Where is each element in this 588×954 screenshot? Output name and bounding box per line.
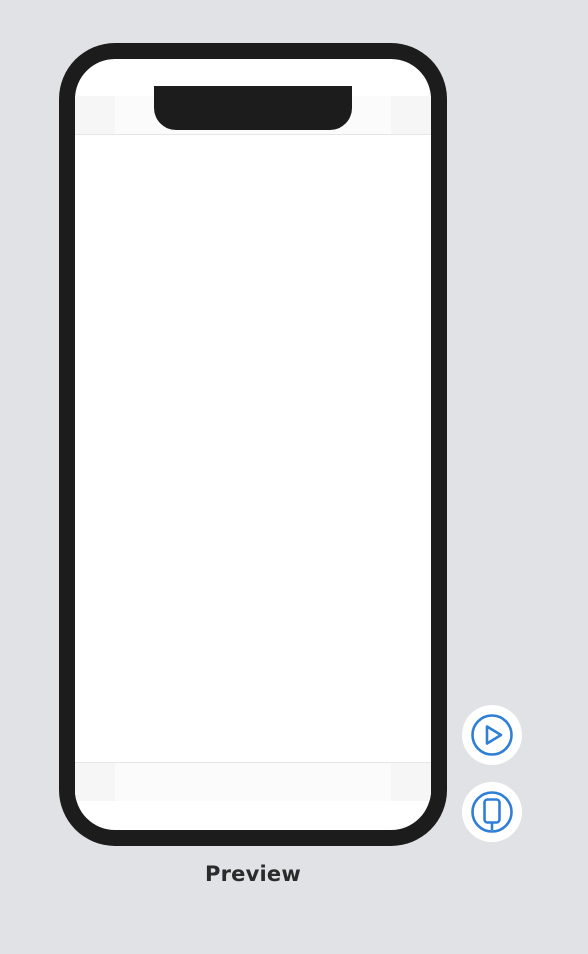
play-circle-icon: [471, 714, 513, 756]
nav-bar-trailing-placeholder: [391, 96, 431, 134]
device-frame: [59, 43, 447, 846]
tab-bar-leading-placeholder: [75, 763, 115, 801]
device-notch: [154, 86, 352, 130]
tab-bar-trailing-placeholder: [391, 763, 431, 801]
device-screen: [75, 59, 431, 830]
preview-label: Preview: [205, 862, 301, 886]
screen-content: [75, 135, 431, 762]
device-rotate-icon: [471, 791, 513, 833]
nav-bar-leading-placeholder: [75, 96, 115, 134]
live-preview-button[interactable]: [462, 705, 522, 765]
tab-bar: [75, 762, 431, 801]
device-settings-button[interactable]: [462, 782, 522, 842]
